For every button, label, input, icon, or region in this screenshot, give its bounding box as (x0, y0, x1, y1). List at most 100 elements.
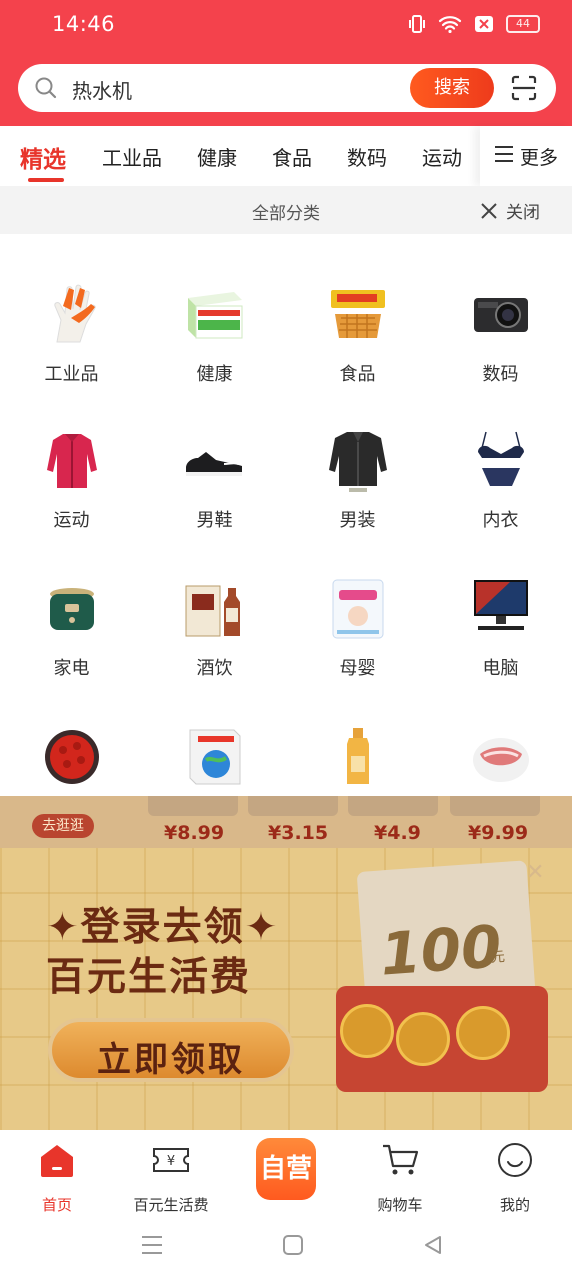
category-food[interactable]: 食品 (286, 284, 429, 432)
category-computers[interactable]: 电脑 (429, 578, 572, 726)
back-icon[interactable] (422, 1234, 444, 1256)
category-industrial[interactable]: 工业品 (0, 284, 143, 432)
nav-home[interactable]: 首页 (0, 1140, 114, 1215)
search-input[interactable]: 热水机 (72, 75, 132, 104)
nav-label: 我的 (499, 1196, 530, 1214)
nav-label: 百元生活费 (133, 1196, 209, 1214)
category-label: 酒饮 (196, 658, 233, 679)
category-label: 男鞋 (196, 510, 233, 531)
nav-living-allowance[interactable]: ¥ 百元生活费 (114, 1140, 228, 1215)
status-time: 14:46 (52, 12, 116, 36)
claim-now-label: 立即领取 (97, 1040, 245, 1080)
home-button-icon[interactable] (282, 1234, 304, 1256)
category-label: 电脑 (482, 658, 519, 679)
nav-cart[interactable]: 购物车 (343, 1140, 457, 1215)
voucher-unit: 元 (490, 949, 506, 966)
category-label: 运动 (53, 510, 90, 531)
glove-icon (54, 284, 96, 343)
scan-icon[interactable] (510, 74, 538, 106)
svg-text:¥: ¥ (167, 1154, 175, 1169)
category-health[interactable]: 健康 (143, 284, 286, 432)
category-digital[interactable]: 数码 (429, 284, 572, 432)
category-appliances[interactable]: 家电 (0, 578, 143, 726)
nav-profile[interactable]: 我的 (458, 1140, 572, 1215)
deal-product-2 (248, 796, 338, 816)
tab-food[interactable]: 食品 (272, 142, 312, 171)
tab-health[interactable]: 健康 (197, 142, 237, 171)
battery-icon: 44 (506, 15, 540, 33)
jacket-icon (47, 434, 97, 488)
category-flowers[interactable] (0, 726, 143, 796)
coin-icon (396, 1012, 450, 1066)
category-grid: 工业品 健康 食品 数码 运动 男鞋 男装 内衣 家电 酒饮 母婴 电脑 (0, 234, 572, 796)
category-underwear[interactable]: 内衣 (429, 430, 572, 578)
all-categories-header: 全部分类 关闭 (0, 186, 572, 234)
system-navigation (0, 1220, 572, 1280)
search-button[interactable]: 搜索 (410, 68, 494, 108)
deal-price-1: ¥8.99 (164, 822, 225, 844)
go-shopping-button[interactable]: 去逛逛 (32, 814, 94, 838)
sneaker-icon (186, 452, 242, 476)
deal-price-4: ¥9.99 (468, 822, 529, 844)
deal-price-2: ¥3.15 (268, 822, 329, 844)
category-label: 工业品 (44, 364, 99, 385)
sim-off-icon (474, 15, 494, 33)
search-bar[interactable]: 热水机 搜索 (18, 64, 556, 112)
profile-icon (458, 1140, 572, 1180)
tab-digital[interactable]: 数码 (347, 142, 387, 171)
promo-overlay: 去逛逛 ¥8.99 ¥3.15 ¥4.9 ¥9.99 ✦登录去领✦ 百元生活费 … (0, 796, 572, 1130)
wifi-icon (438, 15, 462, 33)
computer-icon (474, 580, 528, 630)
camera-icon (474, 298, 528, 332)
close-button[interactable]: 关闭 (480, 198, 540, 223)
category-fresh-meat[interactable] (429, 726, 572, 796)
bottom-navigation: 首页 ¥ 百元生活费 自营 购物车 我的 (0, 1130, 572, 1220)
medicine-box-icon (188, 292, 243, 339)
tab-industrial[interactable]: 工业品 (102, 142, 162, 171)
tab-sports[interactable]: 运动 (422, 142, 462, 171)
liquor-icon (185, 585, 240, 637)
close-icon (481, 202, 497, 219)
search-icon (34, 76, 58, 104)
category-label: 数码 (482, 364, 519, 385)
leather-jacket-icon (329, 432, 387, 492)
category-mens-shoes[interactable]: 男鞋 (143, 430, 286, 578)
coin-icon (340, 1004, 394, 1058)
meat-icon (473, 738, 529, 782)
category-sports[interactable]: 运动 (0, 430, 143, 578)
deal-product-1 (148, 796, 238, 816)
overlay-close-icon[interactable]: ✕ (526, 860, 544, 885)
self-operated-logo[interactable]: 自营 (256, 1138, 316, 1200)
diaper-icon (332, 579, 384, 639)
home-icon (0, 1140, 114, 1180)
category-label: 家电 (53, 658, 90, 679)
waffle-icon (331, 290, 385, 338)
category-books[interactable] (143, 726, 286, 796)
status-icons: 44 (408, 14, 540, 34)
category-personal-care[interactable] (286, 726, 429, 796)
category-menswear[interactable]: 男装 (286, 430, 429, 578)
recents-icon[interactable] (140, 1234, 164, 1256)
deal-product-3 (348, 796, 438, 816)
promo-headline-2: 百元生活费 (46, 955, 252, 1000)
deal-price-3: ¥4.9 (374, 822, 421, 844)
close-label: 关闭 (506, 203, 540, 223)
deal-product-4 (450, 796, 540, 816)
category-label: 内衣 (482, 510, 519, 531)
category-drinks[interactable]: 酒饮 (143, 578, 286, 726)
category-label: 母婴 (339, 658, 376, 679)
search-header: 热水机 搜索 (0, 52, 572, 126)
claim-now-button[interactable]: 立即领取 (48, 1018, 294, 1082)
tab-selected[interactable]: 精选 (20, 140, 66, 174)
promo-headline-1: ✦登录去领✦ (46, 905, 280, 950)
category-label: 健康 (196, 364, 233, 385)
category-label: 男装 (339, 510, 376, 531)
category-tabs: 精选 工业品 健康 食品 数码 运动 更多 (0, 126, 572, 186)
more-button[interactable]: 更多 (480, 126, 572, 186)
roses-icon (45, 730, 99, 784)
status-bar: 14:46 44 (0, 0, 572, 52)
category-baby[interactable]: 母婴 (286, 578, 429, 726)
vibrate-icon (408, 14, 426, 34)
nav-label: 购物车 (377, 1196, 423, 1214)
rice-cooker-icon (50, 588, 94, 630)
